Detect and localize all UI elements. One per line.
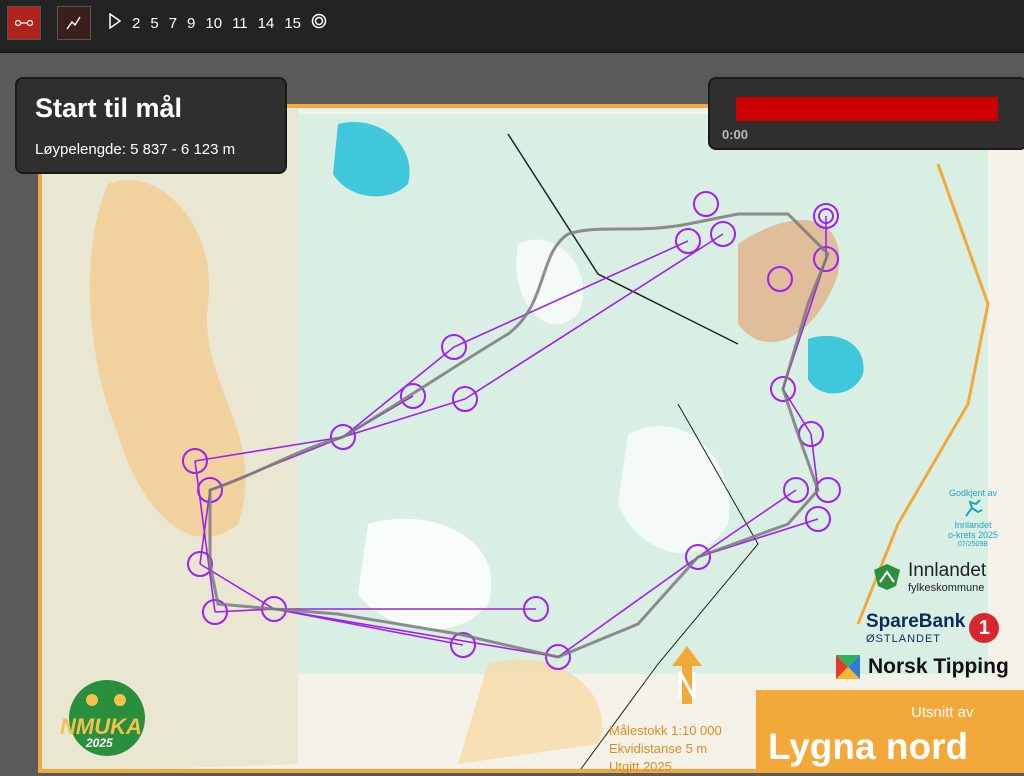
approval-text: o-krets 2025: [947, 530, 999, 540]
norsk-tipping-icon: [836, 655, 860, 679]
leg-5[interactable]: 5: [150, 15, 158, 32]
norsk-tipping-name: Norsk Tipping: [868, 655, 1009, 678]
innlandet-logo: Innlandet fylkeskommune: [872, 560, 986, 594]
leg-9[interactable]: 9: [187, 15, 195, 32]
approval-text: Godkjent av: [948, 488, 998, 498]
track-toggle-button[interactable]: [57, 6, 91, 40]
approval-text: Innlandet: [954, 520, 992, 530]
course-title: Start til mål: [35, 93, 183, 123]
leg-10[interactable]: 10: [205, 15, 222, 32]
map-excerpt-label: Utsnitt av: [911, 704, 974, 721]
course-length: Løypelengde: 5 837 - 6 123 m: [35, 141, 236, 158]
leg-11[interactable]: 11: [232, 15, 248, 32]
route-icon: [15, 19, 33, 27]
runner-icon: [965, 499, 983, 517]
map-area-name: Lygna nord: [768, 726, 969, 767]
leg-15[interactable]: 15: [284, 15, 301, 32]
contour-text: Ekvidistanse 5 m: [609, 741, 708, 756]
playback-time: 0:00: [722, 127, 749, 142]
leg-7[interactable]: 7: [169, 15, 177, 32]
playback-panel: 0:00: [708, 77, 1024, 150]
map-scale-info: Målestokk 1:10 000 Ekvidistanse 5 m Utgi…: [609, 722, 722, 776]
toolbar: 2 5 7 9 10 11 14 15: [0, 0, 1024, 53]
play-icon[interactable]: [108, 12, 122, 33]
leg-2[interactable]: 2: [132, 15, 140, 32]
innlandet-name: Innlandet: [908, 560, 987, 581]
nmuka-logo: NMUKA 2025: [52, 678, 162, 765]
approval-text: 07/2509B: [958, 541, 988, 548]
innlandet-shield-icon: [874, 564, 900, 590]
course-info-panel: Start til mål Løypelengde: 5 837 - 6 123…: [15, 77, 287, 174]
innlandet-sub: fylkeskommune: [908, 582, 985, 594]
playback-bar[interactable]: [736, 97, 998, 121]
sparebank-name: SpareBank: [866, 611, 966, 632]
map-title-box: Utsnitt av Lygna nord: [756, 690, 1024, 773]
scale-text: Målestokk 1:10 000: [609, 723, 722, 738]
event-year: 2025: [86, 736, 113, 750]
route-toggle-button[interactable]: [7, 6, 41, 40]
track-icon: [66, 16, 81, 30]
sparebank-one-badge: 1: [969, 613, 1000, 643]
sparebank-logo: SpareBank ØSTLANDET 1: [866, 611, 1000, 645]
leg-selector: 2 5 7 9 10 11 14 15: [108, 12, 327, 33]
finish-icon[interactable]: [311, 13, 327, 33]
issued-text: Utgitt 2025: [609, 759, 672, 774]
approval-badge: Godkjent av Innlandet o-krets 2025 07/25…: [938, 488, 1008, 550]
norsk-tipping-logo: Norsk Tipping: [834, 653, 1009, 681]
sparebank-sub: ØSTLANDET: [866, 633, 942, 645]
leg-14[interactable]: 14: [258, 15, 275, 32]
north-arrow-icon: [672, 646, 702, 704]
